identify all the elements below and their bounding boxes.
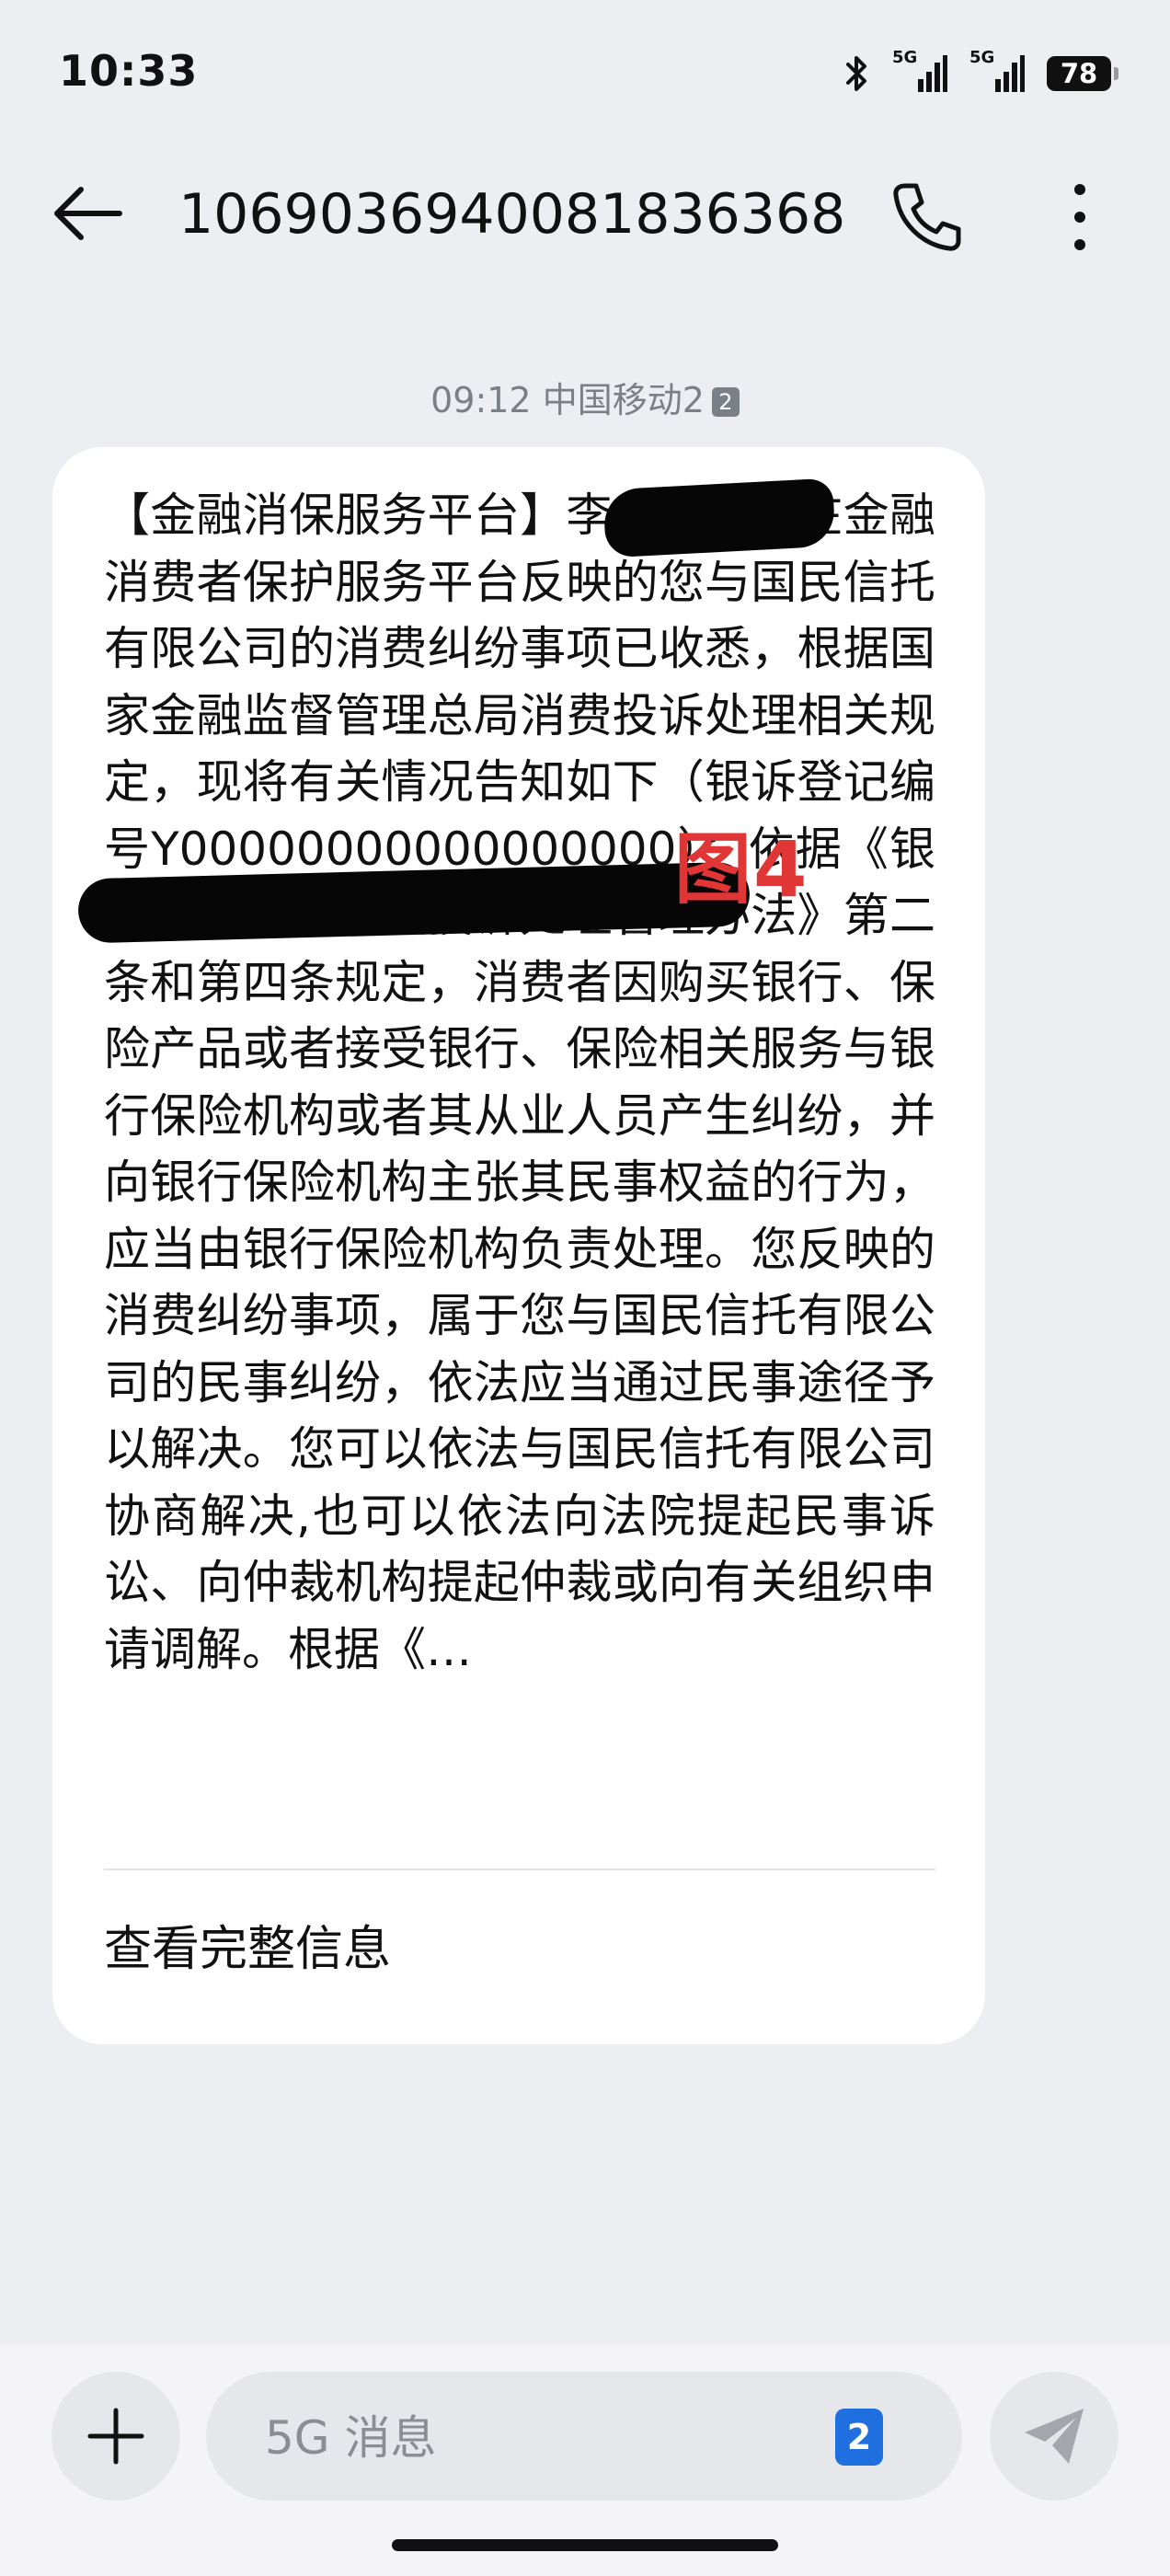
call-button[interactable]	[885, 177, 966, 258]
contact-title: 1069036940081836368	[178, 182, 846, 247]
sim2-network-label: 5G	[969, 48, 995, 67]
sim-select-button[interactable]: 2	[835, 2409, 883, 2466]
send-button[interactable]	[990, 2372, 1118, 2501]
send-icon	[1025, 2409, 1084, 2464]
view-full-message-link[interactable]: 查看完整信息	[104, 1910, 391, 1979]
message-input[interactable]	[263, 2405, 782, 2471]
signal-5g-icon: 5G	[969, 48, 1025, 96]
message-bubble[interactable]: 【金融消保服务平台】李先生，您在金融消费者保护服务平台反映的您与国民信托有限公司…	[52, 447, 985, 2044]
message-time: 09:12	[430, 380, 532, 420]
sim1-network-label: 5G	[892, 48, 918, 67]
figure-annotation: 图4	[674, 824, 809, 914]
status-time: 10:33	[59, 46, 199, 96]
home-indicator	[392, 2539, 778, 2551]
status-bar: 10:33 5G 5G 78	[0, 0, 1170, 147]
battery-icon: 78	[1047, 56, 1118, 91]
sim-badge: 2	[711, 387, 740, 417]
status-icons: 5G 5G 78	[844, 48, 1118, 96]
signal-5g-icon: 5G	[892, 48, 947, 96]
redaction-mark	[602, 477, 836, 558]
conversation-header: 1069036940081836368	[0, 156, 1170, 271]
message-timestamp: 09:12 中国移动2 2	[0, 372, 1170, 422]
more-vertical-icon	[1074, 184, 1085, 250]
arrow-left-icon	[54, 187, 122, 240]
carrier-name: 中国移动2	[542, 380, 705, 420]
message-body: 【金融消保服务平台】李先生，您在金融消费者保护服务平台反映的您与国民信托有限公司…	[104, 489, 935, 1676]
message-composer: 2	[0, 2344, 1170, 2576]
more-options-button[interactable]	[1058, 177, 1102, 258]
message-input-container[interactable]: 2	[206, 2372, 962, 2501]
phone-icon	[893, 183, 961, 251]
plus-icon	[87, 2408, 144, 2465]
bubble-divider	[104, 1869, 935, 1870]
add-attachment-button[interactable]	[52, 2372, 180, 2501]
back-button[interactable]	[48, 177, 131, 250]
bluetooth-icon	[844, 53, 870, 94]
